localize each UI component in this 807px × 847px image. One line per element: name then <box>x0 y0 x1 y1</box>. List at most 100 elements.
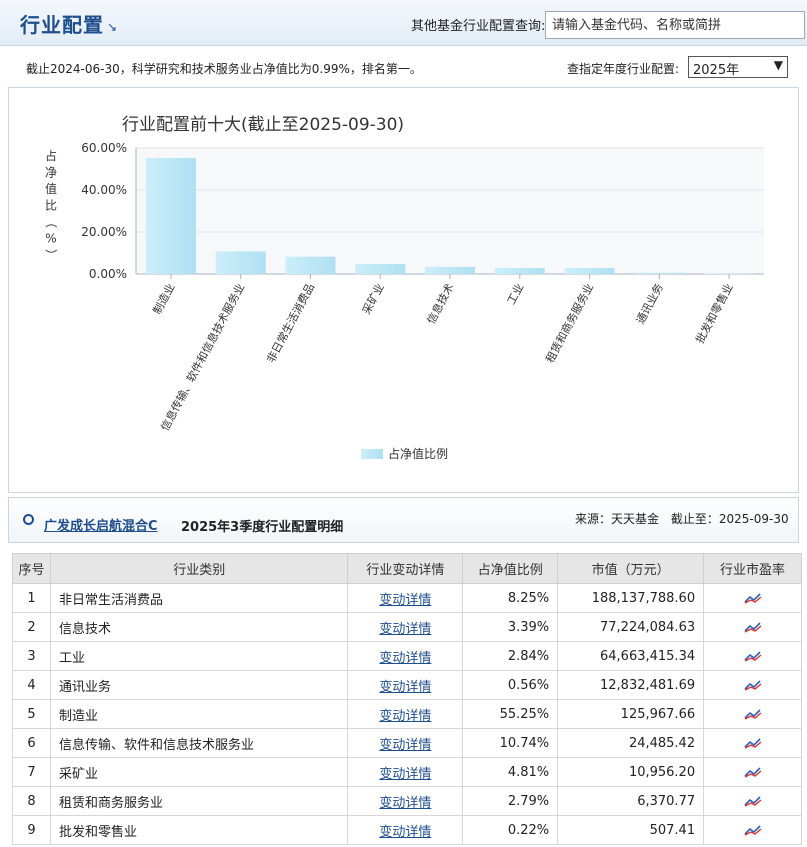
table-row: 8 租赁和商务服务业 变动详情 2.79% 6,370.77 <box>12 786 802 816</box>
row-market-value: 6,370.77 <box>557 786 705 816</box>
y-tick-label: 60.00% <box>81 141 127 155</box>
fund-search-input[interactable] <box>545 11 805 39</box>
row-industry-name: 信息传输、软件和信息技术服务业 <box>49 728 349 758</box>
x-tick-label: 非日常生活消费品 <box>263 281 317 365</box>
row-industry-name: 非日常生活消费品 <box>49 583 349 613</box>
section-title: 2025年3季度行业配置明细 <box>181 520 344 535</box>
row-index: 7 <box>12 757 51 787</box>
table-row: 1 非日常生活消费品 变动详情 8.25% 188,137,788.60 <box>12 583 802 613</box>
trend-chart-icon[interactable] <box>743 621 762 633</box>
industry-table: 序号 行业类别 行业变动详情 占净值比例 市值（万元） 行业市盈率 1 非日常生活… <box>12 553 802 845</box>
chart-title: 行业配置前十大(截止至2025-09-30) <box>122 115 404 135</box>
row-industry-name: 采矿业 <box>49 757 349 787</box>
row-index: 5 <box>12 699 51 729</box>
row-pct: 10.74% <box>462 728 559 758</box>
change-detail-link[interactable]: 变动详情 <box>379 738 431 753</box>
y-axis-label-char: 比 <box>45 199 57 213</box>
y-axis-label-char: 净 <box>45 166 57 180</box>
row-index: 9 <box>12 815 51 845</box>
row-pct: 4.81% <box>462 757 559 787</box>
trend-chart-icon[interactable] <box>743 824 762 836</box>
bar <box>355 263 406 274</box>
trend-chart-icon[interactable] <box>743 708 762 720</box>
source-info: 来源：天天基金 截止至：2025-09-30 <box>575 510 797 527</box>
row-industry-name: 制造业 <box>49 699 349 729</box>
col-header-change: 行业变动详情 <box>347 553 464 584</box>
page-title: 行业配置 <box>20 13 104 37</box>
year-label: 查指定年度行业配置: <box>567 62 680 76</box>
row-pct: 0.22% <box>462 815 559 845</box>
y-axis-label-char: % <box>45 232 56 246</box>
change-detail-link[interactable]: 变动详情 <box>379 709 431 724</box>
row-market-value: 188,137,788.60 <box>557 583 705 613</box>
col-header-pe: 行业市盈率 <box>703 553 802 584</box>
table-row: 9 批发和零售业 变动详情 0.22% 507.41 <box>12 815 802 845</box>
change-detail-link[interactable]: 变动详情 <box>379 622 431 637</box>
x-tick-label: 制造业 <box>150 281 178 317</box>
fund-name-link[interactable]: 广发成长启航混合C <box>44 515 158 534</box>
trend-chart-icon[interactable] <box>743 650 762 662</box>
col-header-name: 行业类别 <box>49 553 349 584</box>
row-market-value: 64,663,415.34 <box>557 641 705 671</box>
change-detail-link[interactable]: 变动详情 <box>379 651 431 666</box>
row-pct: 8.25% <box>462 583 559 613</box>
row-pct: 3.39% <box>462 612 559 642</box>
bar <box>215 251 266 274</box>
row-industry-name: 通讯业务 <box>49 670 349 700</box>
source-label: 来源：天天基金 <box>575 512 660 526</box>
x-tick-label: 通讯业务 <box>634 281 666 326</box>
col-header-idx: 序号 <box>12 553 51 584</box>
row-industry-name: 工业 <box>49 641 349 671</box>
trend-chart-icon[interactable] <box>743 592 762 604</box>
x-tick-label: 信息传输、软件和信息技术服务业 <box>157 281 247 433</box>
y-tick-label: 0.00% <box>89 267 127 281</box>
legend-swatch <box>361 449 383 459</box>
table-row: 4 通讯业务 变动详情 0.56% 12,832,481.69 <box>12 670 802 700</box>
trend-chart-icon[interactable] <box>743 795 762 807</box>
year-select-value: 2025年 <box>693 63 740 78</box>
info-bar: 截止2024-06-30，科学研究和技术服务业占净值比为0.99%，排名第一。 … <box>8 48 799 88</box>
row-pct: 55.25% <box>462 699 559 729</box>
y-axis-label-char: ） <box>44 249 58 261</box>
x-tick-label: 工业 <box>505 281 527 307</box>
row-index: 6 <box>12 728 51 758</box>
row-market-value: 77,224,084.63 <box>557 612 705 642</box>
industry-bar-chart: 0.00% 20.00% 40.00% 60.00% 行业配置前十大(截止至2025-0… <box>44 115 764 461</box>
legend-label: 占净值比例 <box>388 446 448 461</box>
change-detail-link[interactable]: 变动详情 <box>379 593 431 608</box>
trend-chart-icon[interactable] <box>743 679 762 691</box>
x-tick-label: 批发和零售业 <box>692 281 735 346</box>
col-header-pct: 占净值比例 <box>462 553 559 584</box>
bar <box>285 256 336 274</box>
table-row: 6 信息传输、软件和信息技术服务业 变动详情 10.74% 24,485.42 <box>12 728 802 758</box>
chart-panel: 0.00% 20.00% 40.00% 60.00% 行业配置前十大(截止至2025-0… <box>8 88 799 493</box>
row-index: 1 <box>12 583 51 613</box>
header-bar: 行业配置 ↘ 其他基金行业配置查询: <box>0 0 807 46</box>
corner-arrow-icon: ↘ <box>107 20 118 34</box>
row-industry-name: 租赁和商务服务业 <box>49 786 349 816</box>
circle-bullet-icon <box>23 514 34 525</box>
trend-chart-icon[interactable] <box>743 737 762 749</box>
table-header-row: 序号 行业类别 行业变动详情 占净值比例 市值（万元） 行业市盈率 <box>12 553 802 584</box>
x-tick-label: 采矿业 <box>360 281 387 316</box>
row-index: 2 <box>12 612 51 642</box>
change-detail-link[interactable]: 变动详情 <box>379 796 431 811</box>
trend-chart-icon[interactable] <box>743 766 762 778</box>
table-row: 2 信息技术 变动详情 3.39% 77,224,084.63 <box>12 612 802 642</box>
row-market-value: 10,956.20 <box>557 757 705 787</box>
bar <box>494 268 545 274</box>
row-index: 8 <box>12 786 51 816</box>
row-index: 3 <box>12 641 51 671</box>
year-select[interactable]: 2025年 ▼ <box>688 56 788 78</box>
x-tick-label: 信息技术 <box>424 281 457 326</box>
col-header-mv: 市值（万元） <box>557 553 705 584</box>
row-industry-name: 信息技术 <box>49 612 349 642</box>
bar <box>145 157 196 274</box>
y-axis-label-char: 占 <box>45 148 57 163</box>
row-pct: 2.84% <box>462 641 559 671</box>
change-detail-link[interactable]: 变动详情 <box>379 767 431 782</box>
y-tick-label: 40.00% <box>81 183 127 197</box>
row-pct: 0.56% <box>462 670 559 700</box>
change-detail-link[interactable]: 变动详情 <box>379 680 431 695</box>
change-detail-link[interactable]: 变动详情 <box>379 825 431 840</box>
